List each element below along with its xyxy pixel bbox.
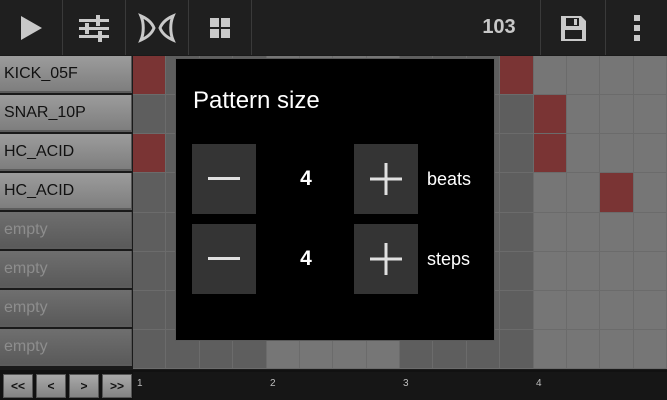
step-cell[interactable] (500, 173, 533, 212)
pattern-size-dialog: Pattern size 4 beats 4 steps (175, 58, 495, 341)
step-cell[interactable] (533, 290, 566, 329)
track-4[interactable]: HC_ACID (0, 173, 132, 210)
step-cell[interactable] (600, 251, 633, 290)
beats-value: 4 (300, 167, 312, 190)
track-7[interactable]: empty (0, 290, 132, 327)
track-6[interactable]: empty (0, 251, 132, 288)
overflow-menu-button[interactable] (606, 0, 667, 55)
beat-number: 3 (403, 378, 409, 389)
step-cell[interactable] (633, 329, 666, 368)
minus-icon (208, 177, 240, 180)
step-cell[interactable] (133, 212, 166, 251)
save-button[interactable] (541, 0, 605, 55)
beats-increment-button[interactable] (354, 144, 418, 214)
step-cell[interactable] (566, 212, 600, 251)
track-1[interactable]: KICK_05F (0, 56, 132, 93)
step-cell[interactable] (566, 251, 600, 290)
dialog-title: Pattern size (193, 87, 320, 114)
step-cell[interactable] (633, 251, 666, 290)
step-cell[interactable] (600, 95, 633, 134)
patterns-button[interactable] (189, 0, 251, 55)
bowtie-icon (138, 12, 176, 43)
step-cell[interactable] (566, 56, 600, 95)
steps-increment-button[interactable] (354, 224, 418, 294)
step-cell[interactable] (500, 212, 533, 251)
step-cell[interactable] (533, 212, 566, 251)
step-cell[interactable] (566, 290, 600, 329)
step-cell[interactable] (566, 134, 600, 173)
step-cell[interactable] (133, 56, 166, 95)
step-cell[interactable] (533, 329, 566, 368)
grid-icon (210, 17, 230, 38)
step-cell[interactable] (633, 134, 666, 173)
step-cell[interactable] (633, 173, 666, 212)
beat-number: 4 (536, 378, 542, 389)
plus-icon (370, 243, 402, 275)
step-cell[interactable] (133, 134, 166, 173)
effects-button[interactable] (126, 0, 188, 55)
steps-decrement-button[interactable] (192, 224, 256, 294)
step-cell[interactable] (533, 95, 566, 134)
beats-label: beats (427, 169, 472, 189)
save-icon (561, 15, 586, 41)
step-cell[interactable] (133, 95, 166, 134)
step-cell[interactable] (500, 56, 533, 95)
step-cell[interactable] (500, 134, 533, 173)
next-page-button[interactable]: > (69, 374, 99, 398)
play-button[interactable] (0, 0, 62, 55)
step-cell[interactable] (500, 251, 533, 290)
step-cell[interactable] (500, 95, 533, 134)
track-5[interactable]: empty (0, 212, 132, 249)
step-cell[interactable] (133, 290, 166, 329)
step-cell[interactable] (600, 56, 633, 95)
overflow-menu-icon (633, 14, 640, 41)
steps-value: 4 (300, 247, 312, 270)
last-page-button[interactable]: >> (102, 374, 132, 398)
step-cell[interactable] (533, 134, 566, 173)
step-cell[interactable] (633, 290, 666, 329)
step-cell[interactable] (133, 173, 166, 212)
step-cell[interactable] (533, 251, 566, 290)
sliders-icon (79, 14, 109, 42)
mixer-button[interactable] (63, 0, 125, 55)
play-icon (21, 15, 42, 40)
step-cell[interactable] (500, 290, 533, 329)
step-cell[interactable] (566, 95, 600, 134)
step-cell[interactable] (600, 212, 633, 251)
minus-icon (208, 257, 240, 260)
step-cell[interactable] (633, 56, 666, 95)
step-cell[interactable] (566, 329, 600, 368)
step-cell[interactable] (133, 329, 166, 368)
track-2[interactable]: SNAR_10P (0, 95, 132, 132)
steps-label: steps (427, 249, 471, 269)
step-cell[interactable] (633, 212, 666, 251)
tempo-display[interactable]: 103 (470, 0, 528, 55)
first-page-button[interactable]: << (3, 374, 33, 398)
step-cell[interactable] (600, 290, 633, 329)
step-cell[interactable] (133, 251, 166, 290)
prev-page-button[interactable]: < (36, 374, 66, 398)
step-cell[interactable] (533, 173, 566, 212)
beat-number: 1 (137, 378, 143, 389)
step-cell[interactable] (600, 173, 633, 212)
step-cell[interactable] (633, 95, 666, 134)
step-cell[interactable] (566, 173, 600, 212)
track-8[interactable]: empty (0, 329, 132, 366)
step-cell[interactable] (600, 329, 633, 368)
beats-decrement-button[interactable] (192, 144, 256, 214)
beat-number: 2 (270, 378, 276, 389)
track-3[interactable]: HC_ACID (0, 134, 132, 171)
step-cell[interactable] (533, 56, 566, 95)
step-cell[interactable] (600, 134, 633, 173)
step-cell[interactable] (500, 329, 533, 368)
beat-ruler (133, 372, 667, 400)
plus-icon (370, 163, 402, 195)
toolbar: 103 (0, 0, 667, 55)
